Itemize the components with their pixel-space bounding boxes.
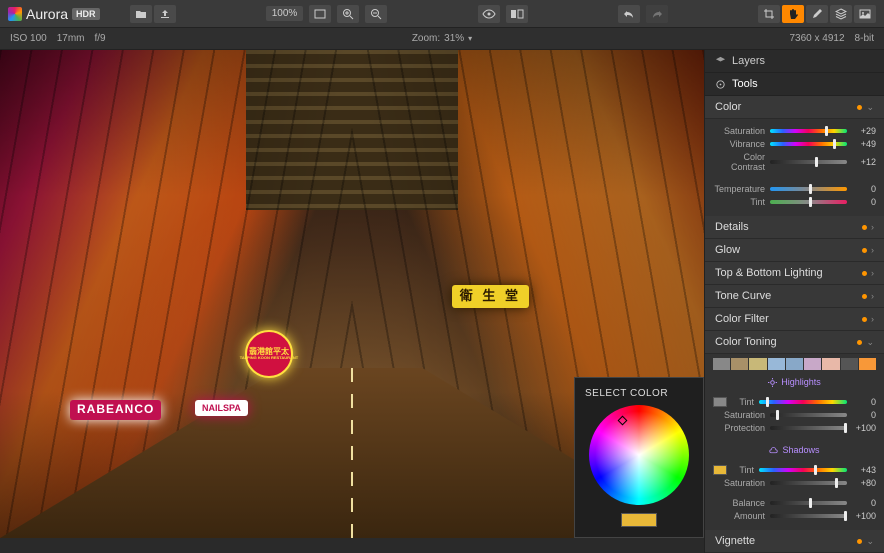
toning-swatch[interactable] xyxy=(822,358,839,370)
top-toolbar: Aurora HDR 100% xyxy=(0,0,884,28)
sh-tint-swatch[interactable] xyxy=(713,465,727,475)
zoom-in-button[interactable] xyxy=(337,5,359,23)
vibrance-slider[interactable] xyxy=(770,142,847,146)
crop-button[interactable] xyxy=(758,5,780,23)
toning-swatch[interactable] xyxy=(841,358,858,370)
hi-prot-slider[interactable] xyxy=(770,426,847,430)
focal-length: 17mm xyxy=(57,33,85,44)
canvas-area[interactable]: RABEANCO NAILSPA 翡港館平太 TAI PING KOON RES… xyxy=(0,50,704,553)
aurora-logo-icon xyxy=(8,7,22,21)
undo-button[interactable] xyxy=(618,5,640,23)
color-wheel-cursor[interactable] xyxy=(618,416,628,426)
zoom-out-button[interactable] xyxy=(365,5,387,23)
panel-color-toning[interactable]: Color Toning⌄ xyxy=(705,331,884,354)
sign-rabeanco: RABEANCO xyxy=(70,400,161,420)
zoom-percent[interactable]: 100% xyxy=(266,6,304,21)
layers-button[interactable] xyxy=(830,5,852,23)
color-contrast-slider[interactable] xyxy=(770,160,847,164)
sign-vertical-cn: 衛 生 堂 xyxy=(452,285,529,308)
color-picker-panel: SELECT COLOR xyxy=(574,377,704,538)
amount-slider[interactable] xyxy=(770,514,847,518)
redo-button[interactable] xyxy=(646,5,668,23)
sh-sat-slider[interactable] xyxy=(770,481,847,485)
temperature-slider[interactable] xyxy=(770,187,847,191)
export-button[interactable] xyxy=(154,5,176,23)
highlights-subsection: Highlights xyxy=(705,374,884,390)
toning-swatch[interactable] xyxy=(731,358,748,370)
color-wheel[interactable] xyxy=(589,405,689,505)
sign-taiping-round: 翡港館平太 TAI PING KOON RESTAURANT xyxy=(245,330,293,378)
bit-depth: 8-bit xyxy=(855,33,874,44)
balance-slider[interactable] xyxy=(770,501,847,505)
preview-button[interactable] xyxy=(478,5,500,23)
panel-tone-curve[interactable]: Tone Curve› xyxy=(705,285,884,308)
color-picker-title: SELECT COLOR xyxy=(585,388,693,399)
shadows-subsection: Shadows xyxy=(705,442,884,458)
toning-swatches xyxy=(705,354,884,374)
cloud-icon xyxy=(769,446,778,455)
hi-sat-slider[interactable] xyxy=(770,413,847,417)
info-bar: ISO 100 17mm f/9 Zoom: 31% ▾ 7360 x 4912… xyxy=(0,28,884,50)
app-logo: Aurora HDR xyxy=(8,6,100,22)
panel-details[interactable]: Details› xyxy=(705,216,884,239)
panel-glow[interactable]: Glow› xyxy=(705,239,884,262)
toning-swatch[interactable] xyxy=(786,358,803,370)
app-name: Aurora xyxy=(26,6,68,22)
selected-color-swatch xyxy=(621,513,657,527)
saturation-slider[interactable] xyxy=(770,129,847,133)
brush-button[interactable] xyxy=(806,5,828,23)
zoom-value[interactable]: 31% xyxy=(444,33,464,44)
open-button[interactable] xyxy=(130,5,152,23)
image-dimensions: 7360 x 4912 xyxy=(789,33,844,44)
sign-nailspa: NAILSPA xyxy=(195,400,248,416)
panel-color-filter[interactable]: Color Filter› xyxy=(705,308,884,331)
iso-value: ISO 100 xyxy=(10,33,47,44)
panel-top-bottom[interactable]: Top & Bottom Lighting› xyxy=(705,262,884,285)
hi-tint-swatch[interactable] xyxy=(713,397,727,407)
fit-screen-button[interactable] xyxy=(309,5,331,23)
tools-header[interactable]: Tools xyxy=(705,73,884,96)
toning-swatch[interactable] xyxy=(749,358,766,370)
toning-swatch[interactable] xyxy=(804,358,821,370)
tools-icon xyxy=(715,79,726,90)
hi-tint-slider[interactable] xyxy=(759,400,847,404)
sun-icon xyxy=(768,378,777,387)
toning-swatch[interactable] xyxy=(859,358,876,370)
sh-tint-slider[interactable] xyxy=(759,468,847,472)
layers-header[interactable]: Layers xyxy=(705,50,884,73)
aperture: f/9 xyxy=(95,33,106,44)
tint-slider[interactable] xyxy=(770,200,847,204)
sidebar: Layers Tools Color⌄ Saturation+29 Vibran… xyxy=(704,50,884,553)
compare-button[interactable] xyxy=(506,5,528,23)
panel-vignette[interactable]: Vignette⌄ xyxy=(705,530,884,553)
hand-tool-button[interactable] xyxy=(782,5,804,23)
layers-icon xyxy=(715,56,726,67)
image-button[interactable] xyxy=(854,5,876,23)
chevron-down-icon[interactable]: ▾ xyxy=(468,34,472,43)
zoom-label: Zoom: xyxy=(412,33,440,44)
chevron-down-icon: ⌄ xyxy=(866,102,874,113)
toning-swatch[interactable] xyxy=(768,358,785,370)
panel-color[interactable]: Color⌄ xyxy=(705,96,884,119)
hdr-badge: HDR xyxy=(72,8,100,20)
toning-swatch[interactable] xyxy=(713,358,730,370)
